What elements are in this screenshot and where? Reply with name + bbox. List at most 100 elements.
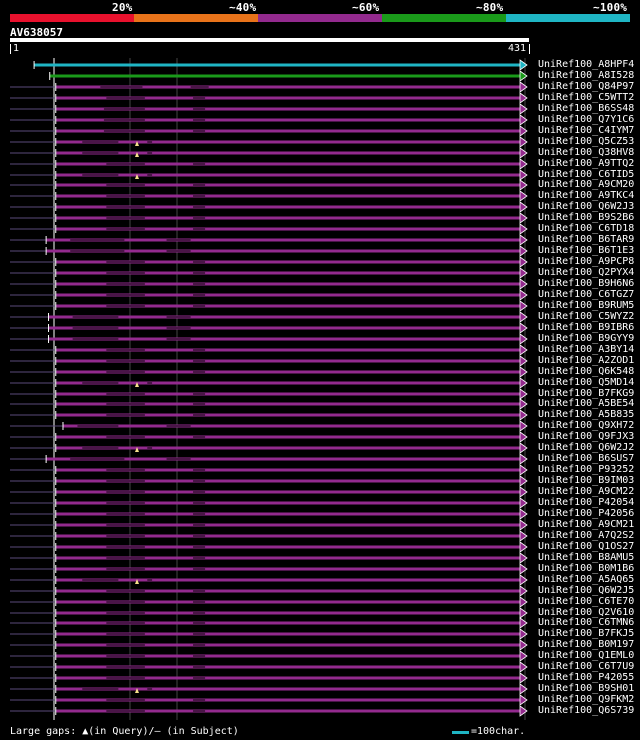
hit-row[interactable] [10,92,528,104]
hit-row[interactable] [10,409,528,421]
hit-row[interactable] [49,70,528,82]
hit-row[interactable] [10,300,528,312]
hit-label[interactable]: UniRef100_A9TTQ2 [538,158,634,169]
alignment-bar[interactable] [48,315,521,319]
hit-row[interactable] [10,333,528,345]
hit-label[interactable]: UniRef100_Q6S739 [538,705,634,716]
hit-row[interactable] [10,289,528,301]
hit-label[interactable]: UniRef100_C5WTT2 [538,92,634,103]
hit-label[interactable]: UniRef100_B7FKJ5 [538,628,634,639]
hit-label[interactable]: UniRef100_Q6W2J3 [538,201,634,212]
hit-label[interactable]: UniRef100_Q6W2J5 [538,585,634,596]
hit-row[interactable] [10,683,528,695]
hit-label[interactable]: UniRef100_P42056 [538,508,634,519]
hit-label[interactable]: UniRef100_Q1EML0 [538,650,634,661]
hit-label[interactable]: UniRef100_B0M1B6 [538,563,634,574]
hit-label[interactable]: UniRef100_B9SH01 [538,683,634,694]
hit-row[interactable] [10,388,528,400]
hit-label[interactable]: UniRef100_A8I528 [538,70,634,81]
hit-label[interactable]: UniRef100_Q5MD14 [538,377,634,388]
hit-row[interactable] [10,190,528,202]
alignment-bar[interactable] [49,74,520,78]
hit-label[interactable]: UniRef100_B9IBR6 [538,322,634,333]
hit-label[interactable]: UniRef100_Q6K548 [538,366,634,377]
hit-label[interactable]: UniRef100_B6TAR9 [538,234,634,245]
hit-row[interactable] [10,661,528,673]
hit-row[interactable] [10,398,528,410]
hit-label[interactable]: UniRef100_B9GYY9 [538,333,634,344]
hit-label[interactable]: UniRef100_B9H6N6 [538,278,634,289]
hit-row[interactable] [10,278,528,290]
hit-label[interactable]: UniRef100_Q2PYX4 [538,267,634,278]
hit-label[interactable]: UniRef100_A9TKC4 [538,190,634,201]
hit-label[interactable]: UniRef100_A7Q2S2 [538,530,634,541]
hit-label[interactable]: UniRef100_Q5CZ53 [538,136,634,147]
hit-row[interactable] [10,475,528,487]
hit-row[interactable] [10,508,528,520]
hit-row[interactable] [10,486,528,498]
hit-row[interactable] [10,81,528,93]
hit-label[interactable]: UniRef100_B9RUM5 [538,300,634,311]
hit-label[interactable]: UniRef100_C6TE70 [538,596,634,607]
hit-row[interactable] [10,519,528,531]
hit-row[interactable] [10,552,528,564]
hit-row[interactable] [10,650,528,662]
alignment-bar[interactable] [55,173,521,177]
hit-row[interactable] [10,114,528,126]
hit-label[interactable]: UniRef100_C6TGZ7 [538,289,634,300]
hit-label[interactable]: UniRef100_C6TMN6 [538,617,634,628]
alignment-bar[interactable] [55,151,521,155]
hit-row[interactable] [10,366,528,378]
alignment-bar[interactable] [55,446,521,450]
hit-row[interactable] [10,267,528,279]
hit-label[interactable]: UniRef100_P42054 [538,497,634,508]
hit-row[interactable] [10,497,528,509]
hit-label[interactable]: UniRef100_B0M197 [538,639,634,650]
hit-row[interactable] [10,245,528,257]
hit-row[interactable] [10,563,528,575]
hit-label[interactable]: UniRef100_Q7Y1C6 [538,114,634,125]
alignment-bar[interactable] [48,337,521,341]
hit-row[interactable] [10,125,528,137]
hit-label[interactable]: UniRef100_A5BE54 [538,398,634,409]
hit-label[interactable]: UniRef100_B8AMU5 [538,552,634,563]
hit-row[interactable] [10,355,528,367]
alignment-bar[interactable] [55,381,521,385]
hit-row[interactable] [10,628,528,640]
hit-label[interactable]: UniRef100_C6T7U9 [538,661,634,672]
hit-label[interactable]: UniRef100_B9S2B6 [538,212,634,223]
hit-label[interactable]: UniRef100_P42055 [538,672,634,683]
hit-row[interactable] [10,311,528,323]
hit-label[interactable]: UniRef100_A9CM20 [538,179,634,190]
hit-row[interactable] [10,169,528,181]
hit-row[interactable] [10,596,528,608]
hit-label[interactable]: UniRef100_Q9FKM2 [538,694,634,705]
hit-row[interactable] [10,617,528,629]
hit-row[interactable] [10,431,528,443]
hit-label[interactable]: UniRef100_Q9XH72 [538,420,634,431]
hit-row[interactable] [10,377,528,389]
hit-row[interactable] [10,541,528,553]
hit-label[interactable]: UniRef100_Q84P97 [538,81,634,92]
hit-row[interactable] [10,442,528,454]
hit-label[interactable]: UniRef100_C6TD18 [538,223,634,234]
hit-row[interactable] [10,607,528,619]
hit-row[interactable] [10,136,528,148]
hit-label[interactable]: UniRef100_A9PCP8 [538,256,634,267]
alignment-bar[interactable] [62,424,520,428]
hit-row[interactable] [10,453,528,465]
hit-row[interactable] [10,705,528,717]
alignment-bar[interactable] [55,687,521,691]
hit-row[interactable] [10,344,528,356]
hit-row[interactable] [10,147,528,159]
hit-row[interactable] [10,212,528,224]
hit-label[interactable]: UniRef100_B6SUS7 [538,453,634,464]
alignment-bar[interactable] [55,578,521,582]
hit-row[interactable] [10,158,528,170]
hit-label[interactable]: UniRef100_A8HPF4 [538,59,634,70]
hit-label[interactable]: UniRef100_Q38HV8 [538,147,634,158]
hit-row[interactable] [10,574,528,586]
hit-label[interactable]: UniRef100_C5WYZ2 [538,311,634,322]
hit-row[interactable] [10,322,528,334]
hit-row[interactable] [10,585,528,597]
